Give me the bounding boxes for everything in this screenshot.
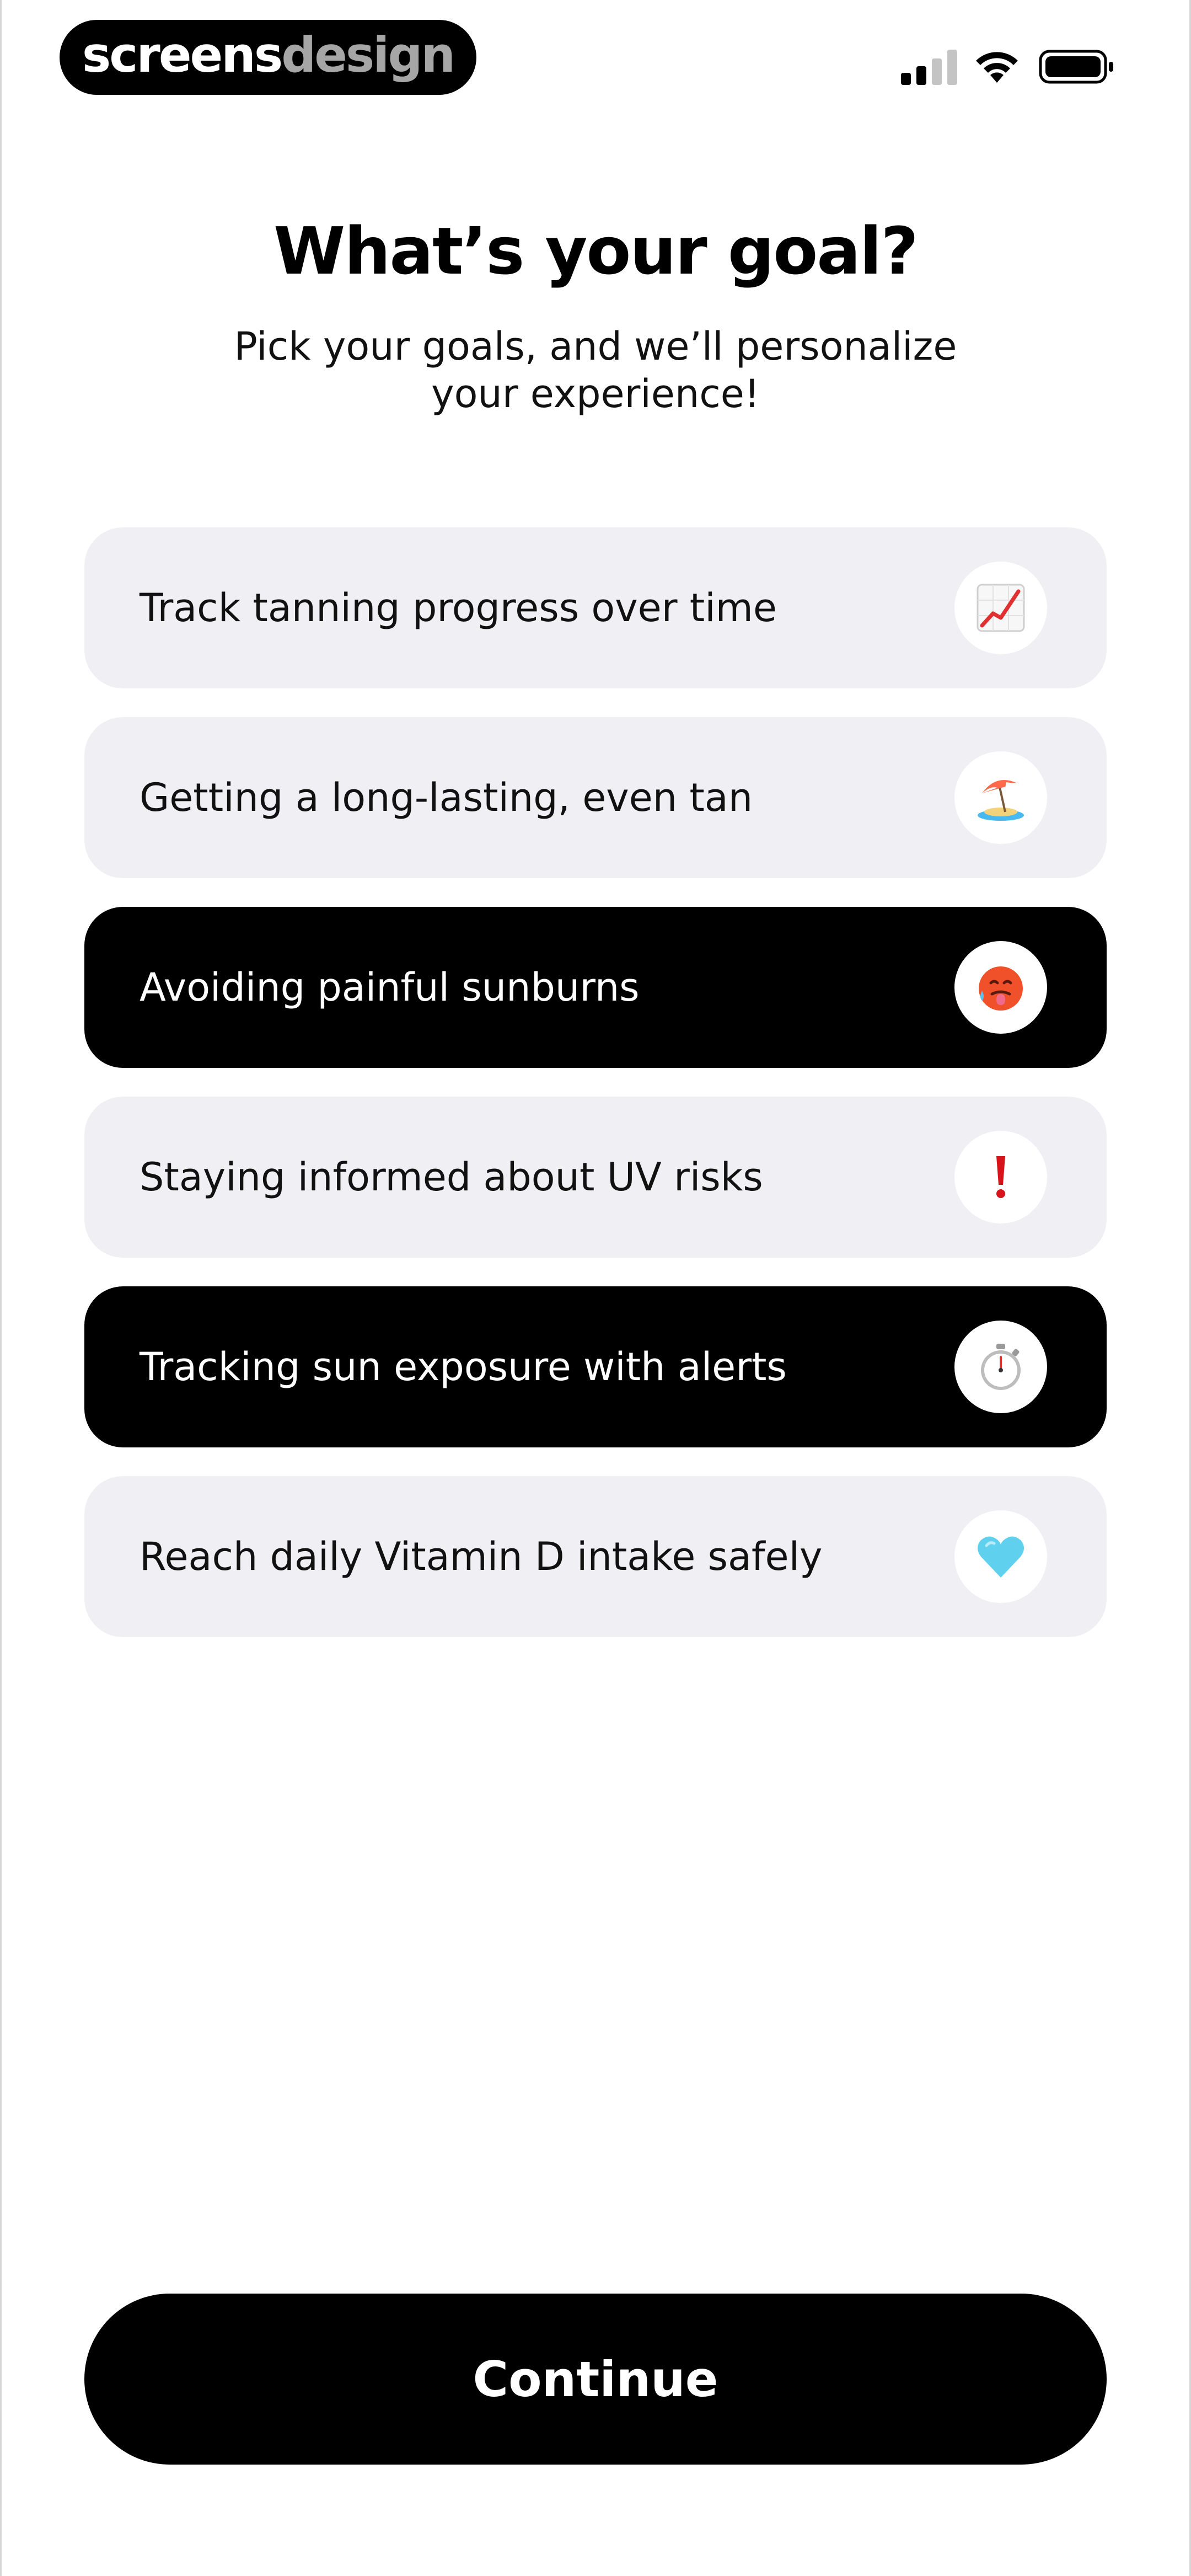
goal-list: Track tanning progress over time Getting… [84, 527, 1107, 1666]
left-edge-divider [0, 0, 2, 2576]
wifi-icon [976, 52, 1018, 83]
brand-logo-part-design: design [281, 26, 455, 83]
goal-icon-badge [954, 562, 1047, 654]
goal-icon-badge [954, 1131, 1047, 1223]
chart-increasing-icon [977, 584, 1025, 632]
battery-icon [1039, 50, 1113, 84]
goal-option-track-tanning[interactable]: Track tanning progress over time [84, 527, 1107, 688]
goal-icon-badge [954, 1510, 1047, 1603]
goal-option-sun-exposure-alerts[interactable]: Tracking sun exposure with alerts [84, 1286, 1107, 1447]
goal-icon-badge [954, 751, 1047, 844]
page-subtitle: Pick your goals, and we’ll personalize y… [234, 324, 957, 416]
cellular-signal-icon [901, 50, 957, 85]
goal-option-long-lasting-tan[interactable]: Getting a long-lasting, even tan [84, 717, 1107, 878]
goal-option-label: Track tanning progress over time [140, 585, 777, 630]
goal-option-label: Getting a long-lasting, even tan [140, 775, 753, 820]
goal-option-avoid-sunburns[interactable]: Avoiding painful sunburns [84, 907, 1107, 1068]
status-bar: screens design [0, 0, 1191, 110]
page-title: What’s your goal? [273, 213, 919, 289]
brand-logo: screens design [60, 20, 476, 95]
goal-icon-badge [954, 941, 1047, 1034]
brand-logo-part-screens: screens [82, 26, 283, 83]
goal-option-label: Avoiding painful sunburns [140, 965, 640, 1010]
exclamation-mark-icon [996, 1156, 1005, 1198]
continue-button[interactable]: Continue [84, 2294, 1107, 2465]
beach-umbrella-icon [978, 780, 1024, 821]
goal-option-label: Tracking sun exposure with alerts [140, 1344, 787, 1389]
goal-option-uv-risks[interactable]: Staying informed about UV risks [84, 1097, 1107, 1258]
goal-option-label: Staying informed about UV risks [140, 1155, 763, 1200]
goal-option-label: Reach daily Vitamin D intake safely [140, 1534, 823, 1579]
stopwatch-icon [981, 1344, 1021, 1390]
hot-face-icon [979, 966, 1023, 1011]
goal-icon-badge [954, 1321, 1047, 1413]
light-blue-heart-icon [978, 1536, 1024, 1578]
goal-option-vitamin-d[interactable]: Reach daily Vitamin D intake safely [84, 1476, 1107, 1637]
